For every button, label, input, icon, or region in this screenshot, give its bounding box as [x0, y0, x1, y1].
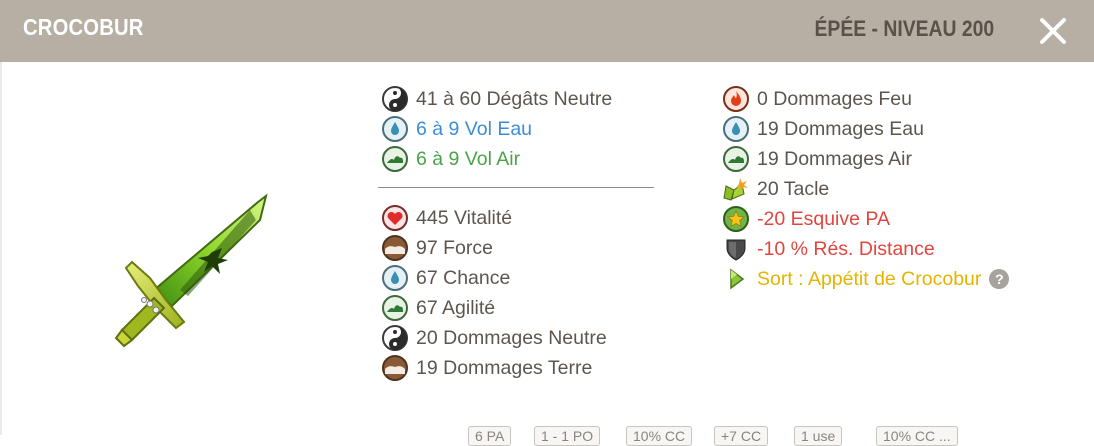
list-item: 41 à 60 Dégâts Neutre: [382, 84, 612, 114]
stat-text: 20 Tacle: [757, 177, 830, 200]
stat-text: 19 Dommages Terre: [416, 356, 593, 379]
list-item: 97 Force: [382, 233, 493, 263]
help-icon[interactable]: ?: [989, 269, 1010, 289]
item-title: CROCOBUR: [23, 14, 144, 40]
neutral-icon: [382, 325, 408, 351]
stat-text: 20 Dommages Neutre: [416, 326, 607, 349]
spell-chip: +7 CC: [714, 426, 769, 446]
stat-text: 19 Dommages Eau: [757, 117, 924, 140]
list-item: 0 Dommages Feu: [723, 84, 912, 114]
neutral-icon: [382, 86, 408, 112]
stat-text: -20 Esquive PA: [757, 207, 890, 230]
effect-text: 6 à 9 Vol Air: [416, 147, 521, 170]
spell-link[interactable]: Sort : Appétit de Crocobur: [757, 268, 981, 291]
stat-text: 0 Dommages Feu: [757, 87, 912, 110]
list-item: 6 à 9 Vol Eau: [382, 114, 532, 144]
water-icon: [382, 265, 408, 291]
window-header: CROCOBUR ÉPÉE - NIVEAU 200: [0, 0, 1094, 62]
earth-icon: [382, 235, 408, 261]
dodge-pa-star-icon: [723, 206, 749, 232]
list-item: 67 Agilité: [382, 293, 495, 323]
sword-icon: [110, 190, 270, 350]
air-icon: [382, 295, 408, 321]
effect-text: 6 à 9 Vol Eau: [416, 117, 533, 140]
vitality-heart-icon: [382, 205, 408, 231]
effect-text: 41 à 60 Dégâts Neutre: [416, 87, 613, 110]
shield-icon: [723, 236, 749, 262]
close-icon[interactable]: [1034, 12, 1072, 50]
tackle-icon: [723, 176, 749, 202]
list-item: 19 Dommages Eau: [723, 114, 924, 144]
left-edge: [0, 62, 2, 435]
list-item: 67 Chance: [382, 263, 510, 293]
list-item: 6 à 9 Vol Air: [382, 144, 520, 174]
list-item: -20 Esquive PA: [723, 204, 890, 234]
stat-text: 97 Force: [416, 236, 493, 259]
stat-text: -10 % Rés. Distance: [757, 237, 935, 260]
air-icon: [723, 146, 749, 172]
water-icon: [382, 116, 408, 142]
spell-chip: 10% CC: [626, 426, 693, 446]
item-type-level: ÉPÉE - NIVEAU 200: [814, 16, 994, 41]
spell-chip: 1 - 1 PO: [534, 426, 601, 446]
list-item: 19 Dommages Terre: [382, 353, 592, 383]
list-item[interactable]: Sort : Appétit de Crocobur ?: [723, 264, 1010, 294]
list-item: 20 Tacle: [723, 174, 829, 204]
divider: [378, 187, 654, 188]
water-icon: [723, 116, 749, 142]
stat-text: 67 Agilité: [416, 296, 496, 319]
spell-chip: 10% CC ...: [876, 426, 958, 446]
list-item: 19 Dommages Air: [723, 144, 912, 174]
list-item: 445 Vitalité: [382, 203, 512, 233]
list-item: 20 Dommages Neutre: [382, 323, 607, 353]
spell-chip: 6 PA: [468, 426, 512, 446]
fire-icon: [723, 86, 749, 112]
stat-text: 445 Vitalité: [416, 206, 513, 229]
air-icon: [382, 146, 408, 172]
stat-text: 67 Chance: [416, 266, 511, 289]
earth-icon: [382, 355, 408, 381]
spell-arrow-icon: [723, 266, 749, 292]
spell-chip: 1 use: [794, 426, 843, 446]
list-item: -10 % Rés. Distance: [723, 234, 935, 264]
stat-text: 19 Dommages Air: [757, 147, 912, 170]
